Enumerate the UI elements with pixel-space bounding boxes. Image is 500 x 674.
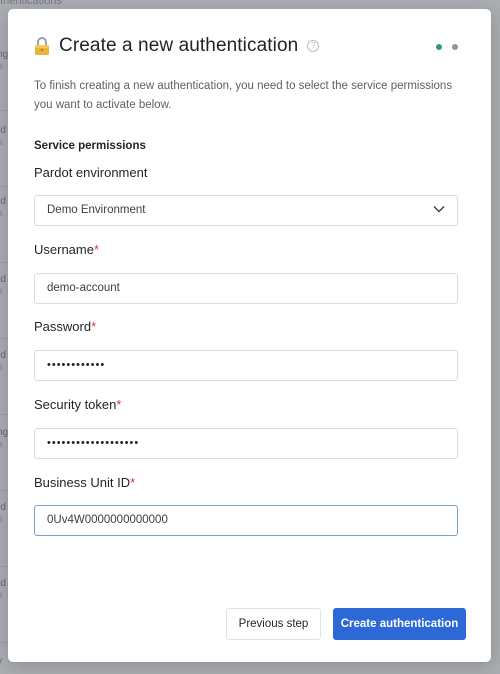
step-dot-inactive — [452, 44, 458, 50]
password-label: Password* — [34, 319, 97, 334]
password-input[interactable]: •••••••••••• — [34, 350, 458, 381]
required-marker: * — [130, 475, 136, 490]
step-dot-active — [436, 44, 442, 50]
modal-header: Create a new authentication ? — [34, 33, 320, 59]
business-unit-input[interactable]: 0Uv4W0000000000000 — [34, 505, 458, 536]
username-label: Username* — [34, 242, 100, 257]
required-marker: * — [116, 397, 122, 412]
username-input[interactable]: demo-account — [34, 273, 458, 304]
required-marker: * — [91, 319, 97, 334]
create-authentication-button[interactable]: Create authentication — [333, 608, 466, 640]
required-marker: * — [93, 242, 100, 257]
security-token-label: Security token* — [34, 397, 122, 412]
environment-selected-value: Demo Environment — [47, 204, 146, 216]
environment-select[interactable]: Demo Environment — [34, 195, 458, 226]
modal-title: Create a new authentication — [59, 35, 299, 56]
create-authentication-modal: Create a new authentication ? To finish … — [8, 9, 491, 662]
step-indicator — [436, 44, 458, 50]
section-label: Service permissions — [34, 140, 146, 152]
lock-icon — [34, 36, 50, 56]
previous-step-button[interactable]: Previous step — [226, 608, 321, 640]
intro-text: To finish creating a new authentication,… — [34, 80, 453, 111]
security-token-input[interactable]: ••••••••••••••••••• — [34, 428, 458, 459]
business-unit-label: Business Unit ID* — [34, 475, 136, 490]
chevron-down-icon — [433, 196, 445, 225]
environment-label: Pardot environment — [34, 165, 148, 180]
help-icon[interactable]: ? — [307, 40, 320, 52]
